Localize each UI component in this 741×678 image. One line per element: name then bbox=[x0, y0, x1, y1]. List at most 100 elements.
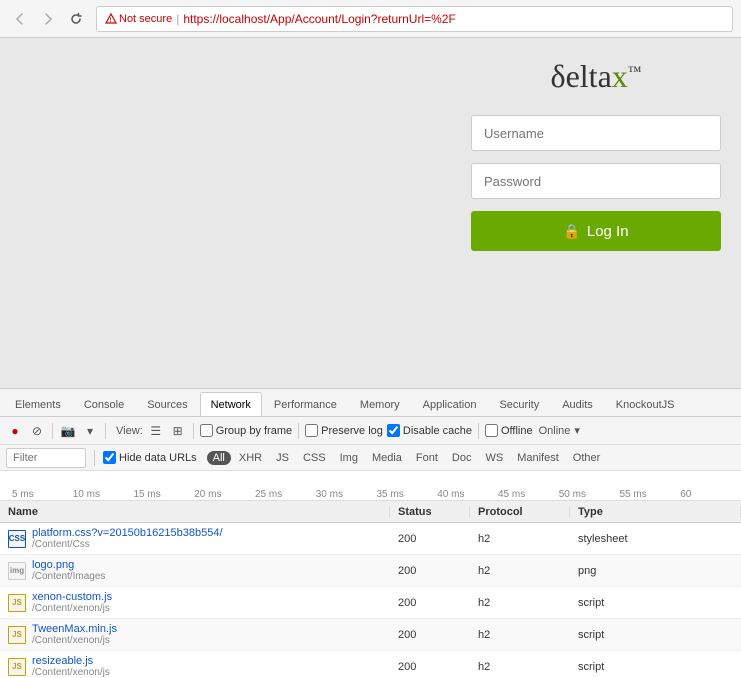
tab-application[interactable]: Application bbox=[412, 392, 488, 416]
url-text: https://localhost/App/Account/Login?retu… bbox=[183, 12, 455, 26]
timeline-labels: 5 ms 10 ms 15 ms 20 ms 25 ms 30 ms 35 ms… bbox=[8, 489, 741, 500]
toolbar-divider-1 bbox=[52, 423, 53, 439]
username-input[interactable] bbox=[471, 115, 721, 151]
pill-js[interactable]: JS bbox=[270, 451, 295, 465]
toolbar-divider-4 bbox=[298, 423, 299, 439]
table-row[interactable]: JS xenon-custom.js /Content/xenon/js 200… bbox=[0, 587, 741, 619]
dropdown-arrow[interactable]: ▾ bbox=[574, 424, 580, 437]
pill-other[interactable]: Other bbox=[567, 451, 607, 465]
lock-icon: 🔒 bbox=[563, 223, 580, 240]
tab-knockoutjs[interactable]: KnockoutJS bbox=[605, 392, 686, 416]
screenshot-button[interactable]: 📷 bbox=[59, 422, 77, 440]
tl-40ms: 40 ms bbox=[435, 489, 496, 500]
tl-60: 60 bbox=[678, 489, 739, 500]
td-status-3: 200 bbox=[390, 629, 470, 641]
pill-css[interactable]: CSS bbox=[297, 451, 332, 465]
tab-audits[interactable]: Audits bbox=[551, 392, 604, 416]
back-button[interactable] bbox=[8, 7, 32, 31]
th-protocol: Protocol bbox=[470, 506, 570, 518]
password-input[interactable] bbox=[471, 163, 721, 199]
td-name-2: JS xenon-custom.js /Content/xenon/js bbox=[0, 591, 390, 614]
file-name-3: TweenMax.min.js bbox=[32, 623, 117, 635]
tab-memory[interactable]: Memory bbox=[349, 392, 411, 416]
address-bar[interactable]: ! Not secure | https://localhost/App/Acc… bbox=[96, 6, 733, 32]
table-row[interactable]: CSS platform.css?v=20150b16215b38b554/ /… bbox=[0, 523, 741, 555]
table-row[interactable]: JS TweenMax.min.js /Content/xenon/js 200… bbox=[0, 619, 741, 651]
forward-button[interactable] bbox=[36, 7, 60, 31]
refresh-button[interactable] bbox=[64, 7, 88, 31]
offline-label[interactable]: Offline bbox=[485, 424, 533, 437]
td-protocol-2: h2 bbox=[470, 597, 570, 609]
filter-toolbar: Hide data URLs All XHR JS CSS Img Media … bbox=[0, 445, 741, 471]
file-name-1: logo.png bbox=[32, 559, 105, 571]
page-content: δeltax™ 🔒 Log In bbox=[0, 38, 741, 388]
name-cell-3: TweenMax.min.js /Content/xenon/js bbox=[32, 623, 117, 646]
file-path-1: /Content/Images bbox=[32, 571, 105, 582]
hide-data-urls-label[interactable]: Hide data URLs bbox=[103, 451, 197, 464]
file-path-3: /Content/xenon/js bbox=[32, 635, 117, 646]
tab-network[interactable]: Network bbox=[200, 392, 262, 416]
disable-cache-label[interactable]: Disable cache bbox=[387, 424, 472, 437]
preserve-log-checkbox[interactable] bbox=[305, 424, 318, 437]
filter-input[interactable] bbox=[6, 448, 86, 468]
file-path-2: /Content/xenon/js bbox=[32, 603, 112, 614]
clear-button[interactable]: ⊘ bbox=[28, 422, 46, 440]
logo: δeltax™ bbox=[551, 58, 642, 94]
pill-font[interactable]: Font bbox=[410, 451, 444, 465]
svg-text:!: ! bbox=[110, 18, 112, 24]
toolbar-divider-2 bbox=[105, 423, 106, 439]
disable-cache-checkbox[interactable] bbox=[387, 424, 400, 437]
tl-45ms: 45 ms bbox=[496, 489, 557, 500]
logo-area: δeltax™ bbox=[471, 58, 721, 95]
table-body: CSS platform.css?v=20150b16215b38b554/ /… bbox=[0, 523, 741, 678]
th-type: Type bbox=[570, 506, 741, 518]
view-group-button[interactable]: ⊞ bbox=[169, 422, 187, 440]
pill-img[interactable]: Img bbox=[334, 451, 364, 465]
pill-manifest[interactable]: Manifest bbox=[511, 451, 565, 465]
tab-sources[interactable]: Sources bbox=[136, 392, 198, 416]
tab-security[interactable]: Security bbox=[488, 392, 550, 416]
record-button[interactable]: ● bbox=[6, 422, 24, 440]
file-name-2: xenon-custom.js bbox=[32, 591, 112, 603]
tl-15ms: 15 ms bbox=[132, 489, 193, 500]
file-path-4: /Content/xenon/js bbox=[32, 667, 110, 678]
name-cell-4: resizeable.js /Content/xenon/js bbox=[32, 655, 110, 678]
filter-button[interactable]: ▾ bbox=[81, 422, 99, 440]
toolbar-divider-5 bbox=[478, 423, 479, 439]
group-by-frame-checkbox[interactable] bbox=[200, 424, 213, 437]
toolbar-divider-3 bbox=[193, 423, 194, 439]
th-name: Name bbox=[0, 506, 390, 518]
login-panel: δeltax™ 🔒 Log In bbox=[451, 38, 741, 388]
login-label: Log In bbox=[587, 223, 629, 240]
tab-performance[interactable]: Performance bbox=[263, 392, 348, 416]
preserve-log-label[interactable]: Preserve log bbox=[305, 424, 383, 437]
offline-checkbox[interactable] bbox=[485, 424, 498, 437]
group-by-frame-label[interactable]: Group by frame bbox=[200, 424, 292, 437]
logo-delta: δelta bbox=[551, 58, 612, 94]
view-list-button[interactable]: ☰ bbox=[147, 422, 165, 440]
tab-elements[interactable]: Elements bbox=[4, 392, 72, 416]
not-secure-indicator: ! Not secure bbox=[105, 13, 172, 25]
tl-50ms: 50 ms bbox=[557, 489, 618, 500]
devtools-panel: Elements Console Sources Network Perform… bbox=[0, 388, 741, 678]
devtools-toolbar: ● ⊘ 📷 ▾ View: ☰ ⊞ Group by frame Preserv… bbox=[0, 417, 741, 445]
table-row[interactable]: JS resizeable.js /Content/xenon/js 200 h… bbox=[0, 651, 741, 678]
td-type-2: script bbox=[570, 597, 741, 609]
login-button[interactable]: 🔒 Log In bbox=[471, 211, 721, 251]
filter-divider bbox=[94, 450, 95, 466]
name-cell-0: platform.css?v=20150b16215b38b554/ /Cont… bbox=[32, 527, 223, 550]
file-name-0: platform.css?v=20150b16215b38b554/ bbox=[32, 527, 223, 539]
pill-media[interactable]: Media bbox=[366, 451, 408, 465]
table-header: Name Status Protocol Type bbox=[0, 501, 741, 523]
pill-ws[interactable]: WS bbox=[479, 451, 509, 465]
td-type-0: stylesheet bbox=[570, 533, 741, 545]
tab-console[interactable]: Console bbox=[73, 392, 135, 416]
pill-doc[interactable]: Doc bbox=[446, 451, 478, 465]
tl-20ms: 20 ms bbox=[192, 489, 253, 500]
pill-all[interactable]: All bbox=[207, 451, 231, 465]
timeline-bar: 5 ms 10 ms 15 ms 20 ms 25 ms 30 ms 35 ms… bbox=[0, 471, 741, 501]
table-row[interactable]: img logo.png /Content/Images 200 h2 png bbox=[0, 555, 741, 587]
pill-xhr[interactable]: XHR bbox=[233, 451, 268, 465]
tl-10ms: 10 ms bbox=[71, 489, 132, 500]
hide-data-urls-checkbox[interactable] bbox=[103, 451, 116, 464]
